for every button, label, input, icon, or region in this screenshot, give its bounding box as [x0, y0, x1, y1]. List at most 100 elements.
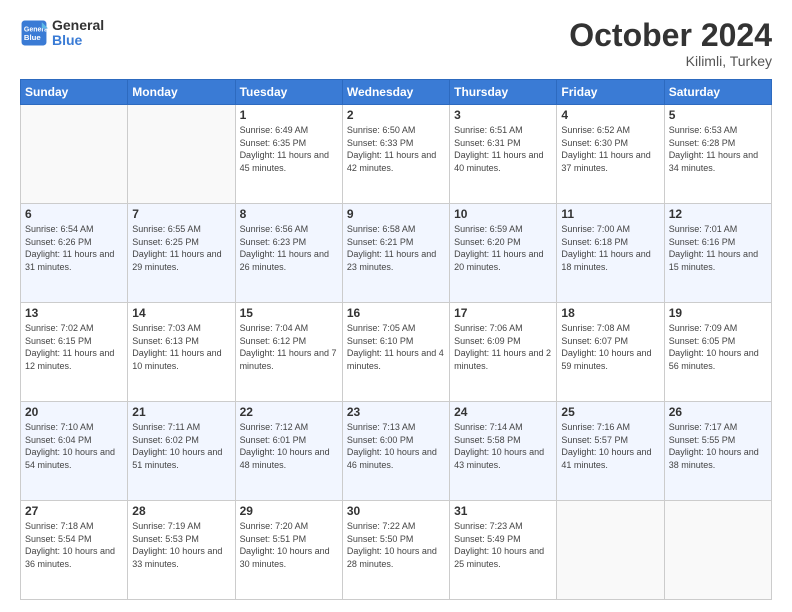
- calendar-cell: 11 Sunrise: 7:00 AMSunset: 6:18 PMDayligh…: [557, 204, 664, 303]
- day-info: Sunrise: 7:08 AMSunset: 6:07 PMDaylight:…: [561, 322, 659, 372]
- day-info: Sunrise: 6:50 AMSunset: 6:33 PMDaylight:…: [347, 124, 445, 174]
- calendar-cell: 12Sunrise: 7:01 AMSunset: 6:16 PMDayligh…: [664, 204, 771, 303]
- week-row-2: 6Sunrise: 6:54 AMSunset: 6:26 PMDaylight…: [21, 204, 772, 303]
- day-info: Sunrise: 7:09 AMSunset: 6:05 PMDaylight:…: [669, 322, 767, 372]
- day-info: Sunrise: 7:12 AMSunset: 6:01 PMDaylight:…: [240, 421, 338, 471]
- header: General Blue General Blue October 2024 K…: [20, 18, 772, 69]
- calendar-table: SundayMondayTuesdayWednesdayThursdayFrid…: [20, 79, 772, 600]
- day-number: 16: [347, 306, 445, 320]
- day-info: Sunrise: 7:05 AMSunset: 6:10 PMDaylight:…: [347, 322, 445, 372]
- calendar-cell: 6Sunrise: 6:54 AMSunset: 6:26 PMDaylight…: [21, 204, 128, 303]
- day-info: Sunrise: 6:58 AMSunset: 6:21 PMDaylight:…: [347, 223, 445, 273]
- calendar-cell: 27Sunrise: 7:18 AMSunset: 5:54 PMDayligh…: [21, 501, 128, 600]
- day-number: 4: [561, 108, 659, 122]
- calendar-cell: 29Sunrise: 7:20 AMSunset: 5:51 PMDayligh…: [235, 501, 342, 600]
- day-number: 1: [240, 108, 338, 122]
- day-number: 31: [454, 504, 552, 518]
- calendar-page: General Blue General Blue October 2024 K…: [0, 0, 792, 612]
- day-info: Sunrise: 7:04 AMSunset: 6:12 PMDaylight:…: [240, 322, 338, 372]
- day-number: 18: [561, 306, 659, 320]
- day-info: Sunrise: 7:06 AMSunset: 6:09 PMDaylight:…: [454, 322, 552, 372]
- day-info: Sunrise: 7:03 AMSunset: 6:13 PMDaylight:…: [132, 322, 230, 372]
- header-day-tuesday: Tuesday: [235, 80, 342, 105]
- day-number: 21: [132, 405, 230, 419]
- day-info: Sunrise: 6:54 AMSunset: 6:26 PMDaylight:…: [25, 223, 123, 273]
- calendar-cell: 5Sunrise: 6:53 AMSunset: 6:28 PMDaylight…: [664, 105, 771, 204]
- header-day-wednesday: Wednesday: [342, 80, 449, 105]
- day-info: Sunrise: 7:10 AMSunset: 6:04 PMDaylight:…: [25, 421, 123, 471]
- day-number: 3: [454, 108, 552, 122]
- logo: General Blue General Blue: [20, 18, 104, 49]
- day-number: 2: [347, 108, 445, 122]
- day-number: 11: [561, 207, 659, 221]
- calendar-cell: 15 Sunrise: 7:04 AMSunset: 6:12 PMDayligh…: [235, 303, 342, 402]
- day-info: Sunrise: 6:56 AMSunset: 6:23 PMDaylight:…: [240, 223, 338, 273]
- calendar-cell: 14 Sunrise: 7:03 AMSunset: 6:13 PMDayligh…: [128, 303, 235, 402]
- day-number: 14: [132, 306, 230, 320]
- day-info: Sunrise: 7:02 AMSunset: 6:15 PMDaylight:…: [25, 322, 123, 372]
- day-info: Sunrise: 6:52 AMSunset: 6:30 PMDaylight:…: [561, 124, 659, 174]
- day-number: 26: [669, 405, 767, 419]
- day-number: 12: [669, 207, 767, 221]
- logo-line2: Blue: [52, 33, 104, 48]
- calendar-header: SundayMondayTuesdayWednesdayThursdayFrid…: [21, 80, 772, 105]
- calendar-cell: 17 Sunrise: 7:06 AMSunset: 6:09 PMDayligh…: [450, 303, 557, 402]
- day-number: 25: [561, 405, 659, 419]
- day-info: Sunrise: 6:49 AMSunset: 6:35 PMDaylight:…: [240, 124, 338, 174]
- day-info: Sunrise: 7:19 AMSunset: 5:53 PMDaylight:…: [132, 520, 230, 570]
- calendar-cell: 16 Sunrise: 7:05 AMSunset: 6:10 PMDayligh…: [342, 303, 449, 402]
- day-info: Sunrise: 7:23 AMSunset: 5:49 PMDaylight:…: [454, 520, 552, 570]
- day-number: 28: [132, 504, 230, 518]
- calendar-cell: 13 Sunrise: 7:02 AMSunset: 6:15 PMDayligh…: [21, 303, 128, 402]
- calendar-cell: 31 Sunrise: 7:23 AMSunset: 5:49 PMDayligh…: [450, 501, 557, 600]
- calendar-cell: 8Sunrise: 6:56 AMSunset: 6:23 PMDaylight…: [235, 204, 342, 303]
- day-info: Sunrise: 7:18 AMSunset: 5:54 PMDaylight:…: [25, 520, 123, 570]
- day-info: Sunrise: 6:51 AMSunset: 6:31 PMDaylight:…: [454, 124, 552, 174]
- calendar-body: 1 Sunrise: 6:49 AMSunset: 6:35 PMDaylight…: [21, 105, 772, 600]
- calendar-cell: [557, 501, 664, 600]
- day-number: 24: [454, 405, 552, 419]
- header-day-sunday: Sunday: [21, 80, 128, 105]
- day-number: 29: [240, 504, 338, 518]
- month-title: October 2024: [569, 18, 772, 53]
- svg-text:Blue: Blue: [24, 33, 42, 42]
- calendar-cell: 10Sunrise: 6:59 AMSunset: 6:20 PMDayligh…: [450, 204, 557, 303]
- week-row-3: 13 Sunrise: 7:02 AMSunset: 6:15 PMDayligh…: [21, 303, 772, 402]
- header-day-monday: Monday: [128, 80, 235, 105]
- title-block: October 2024 Kilimli, Turkey: [569, 18, 772, 69]
- calendar-cell: [128, 105, 235, 204]
- calendar-cell: 22Sunrise: 7:12 AMSunset: 6:01 PMDayligh…: [235, 402, 342, 501]
- day-number: 30: [347, 504, 445, 518]
- day-info: Sunrise: 7:17 AMSunset: 5:55 PMDaylight:…: [669, 421, 767, 471]
- day-number: 15: [240, 306, 338, 320]
- day-number: 19: [669, 306, 767, 320]
- calendar-cell: 25 Sunrise: 7:16 AMSunset: 5:57 PMDayligh…: [557, 402, 664, 501]
- day-number: 20: [25, 405, 123, 419]
- day-number: 17: [454, 306, 552, 320]
- day-info: Sunrise: 7:11 AMSunset: 6:02 PMDaylight:…: [132, 421, 230, 471]
- calendar-cell: [21, 105, 128, 204]
- calendar-cell: 4 Sunrise: 6:52 AMSunset: 6:30 PMDaylight…: [557, 105, 664, 204]
- day-info: Sunrise: 6:59 AMSunset: 6:20 PMDaylight:…: [454, 223, 552, 273]
- day-number: 7: [132, 207, 230, 221]
- day-number: 13: [25, 306, 123, 320]
- calendar-cell: 3 Sunrise: 6:51 AMSunset: 6:31 PMDaylight…: [450, 105, 557, 204]
- day-info: Sunrise: 6:53 AMSunset: 6:28 PMDaylight:…: [669, 124, 767, 174]
- logo-icon: General Blue: [20, 19, 48, 47]
- day-number: 23: [347, 405, 445, 419]
- week-row-4: 20 Sunrise: 7:10 AMSunset: 6:04 PMDayligh…: [21, 402, 772, 501]
- week-row-1: 1 Sunrise: 6:49 AMSunset: 6:35 PMDaylight…: [21, 105, 772, 204]
- calendar-cell: [664, 501, 771, 600]
- day-info: Sunrise: 6:55 AMSunset: 6:25 PMDaylight:…: [132, 223, 230, 273]
- day-info: Sunrise: 7:16 AMSunset: 5:57 PMDaylight:…: [561, 421, 659, 471]
- calendar-cell: 7 Sunrise: 6:55 AMSunset: 6:25 PMDaylight…: [128, 204, 235, 303]
- calendar-cell: 19 Sunrise: 7:09 AMSunset: 6:05 PMDayligh…: [664, 303, 771, 402]
- day-info: Sunrise: 7:00 AMSunset: 6:18 PMDaylight:…: [561, 223, 659, 273]
- header-day-friday: Friday: [557, 80, 664, 105]
- calendar-cell: 21 Sunrise: 7:11 AMSunset: 6:02 PMDayligh…: [128, 402, 235, 501]
- location-subtitle: Kilimli, Turkey: [569, 53, 772, 69]
- calendar-cell: 1 Sunrise: 6:49 AMSunset: 6:35 PMDaylight…: [235, 105, 342, 204]
- week-row-5: 27Sunrise: 7:18 AMSunset: 5:54 PMDayligh…: [21, 501, 772, 600]
- logo-line1: General: [52, 18, 104, 33]
- calendar-cell: 24Sunrise: 7:14 AMSunset: 5:58 PMDayligh…: [450, 402, 557, 501]
